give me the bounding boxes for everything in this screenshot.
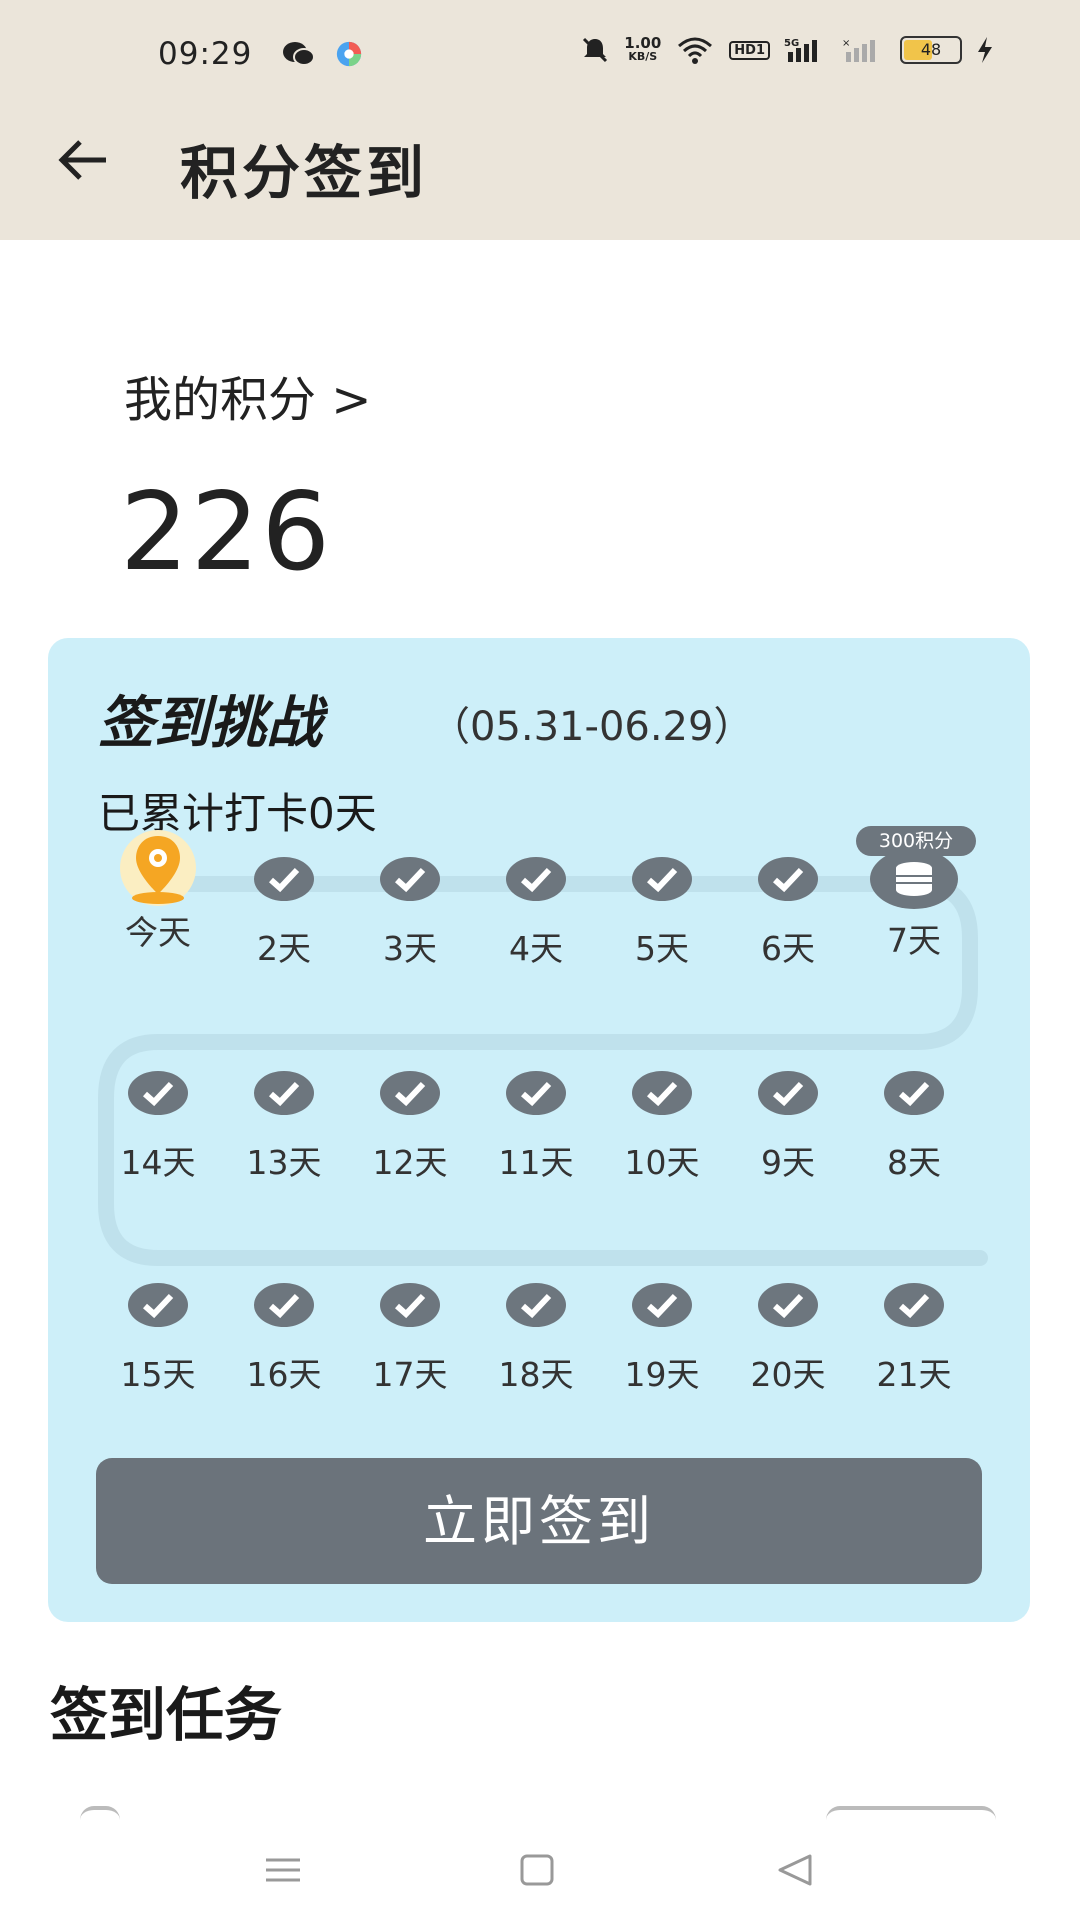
status-indicators: 1.00 KB/S HD1 5G × 48 (580, 36, 994, 64)
day-19: 19天 (602, 1282, 722, 1396)
battery-level: 48 (920, 40, 942, 59)
signin-tasks-title: 签到任务 (50, 1681, 283, 1749)
home-icon[interactable] (512, 1850, 562, 1890)
battery-indicator: 48 (900, 36, 962, 64)
day-9: 9天 (728, 1070, 848, 1184)
check-icon (884, 1283, 944, 1327)
day-5: 5天 (602, 856, 722, 970)
check-icon (506, 857, 566, 901)
network-speed: 1.00 KB/S (624, 36, 661, 64)
check-icon (632, 1071, 692, 1115)
day-label: 8天 (887, 1143, 941, 1182)
wechat-icon (283, 42, 315, 66)
day-6: 6天 (728, 856, 848, 970)
menu-icon[interactable] (258, 1850, 308, 1890)
day-label: 11天 (498, 1143, 574, 1182)
wifi-icon (678, 37, 713, 64)
day-label: 17天 (372, 1355, 448, 1394)
check-icon (380, 1283, 440, 1327)
check-icon (632, 857, 692, 901)
charging-icon (978, 37, 992, 63)
signin-now-button[interactable]: 立即签到 (96, 1458, 982, 1584)
day-label: 7天 (887, 921, 941, 960)
mute-icon (583, 37, 608, 63)
check-icon (506, 1283, 566, 1327)
svg-text:5G: 5G (784, 38, 799, 49)
day-label: 5天 (635, 929, 689, 968)
day-21: 21天 (854, 1282, 974, 1396)
check-icon (884, 1071, 944, 1115)
check-icon (758, 1283, 818, 1327)
day-4: 4天 (476, 856, 596, 970)
day-label: 14天 (120, 1143, 196, 1182)
my-points-link[interactable]: 我的积分 > (124, 360, 371, 430)
status-time: 09:29 (158, 36, 253, 72)
day-2: 2天 (224, 856, 344, 970)
day-11: 11天 (476, 1070, 596, 1184)
check-icon (506, 1071, 566, 1115)
day-label: 6天 (761, 929, 815, 968)
check-icon (758, 857, 818, 901)
day-label: 20天 (750, 1355, 826, 1394)
day-10: 10天 (602, 1070, 722, 1184)
day-label: 21天 (876, 1355, 952, 1394)
day-12: 12天 (350, 1070, 470, 1184)
svg-text:×: × (842, 38, 850, 49)
day-13: 13天 (224, 1070, 344, 1184)
day-20: 20天 (728, 1282, 848, 1396)
coins-icon (870, 849, 958, 909)
check-icon (380, 857, 440, 901)
day-label: 13天 (246, 1143, 322, 1182)
task-item-peek (80, 1806, 120, 1820)
top-bar: 09:29 1.00 KB/S HD1 5G × 48 积分签到 (0, 0, 1080, 240)
day-14: 14天 (98, 1070, 218, 1184)
day-label: 18天 (498, 1355, 574, 1394)
check-icon (128, 1071, 188, 1115)
day-label: 15天 (120, 1355, 196, 1394)
day-label: 12天 (372, 1143, 448, 1182)
day-today: 今天 (98, 830, 218, 954)
day-label: 10天 (624, 1143, 700, 1182)
check-icon (254, 1283, 314, 1327)
day-label: 19天 (624, 1355, 700, 1394)
day-15: 15天 (98, 1282, 218, 1396)
day-label: 9天 (761, 1143, 815, 1182)
back-arrow-icon[interactable] (58, 140, 108, 180)
day-label: 3天 (383, 929, 437, 968)
speed-value: 1.00 (624, 34, 662, 52)
day-17: 17天 (350, 1282, 470, 1396)
day-label: 今天 (125, 913, 191, 952)
day-7: 7天 (854, 848, 974, 962)
signal-weak-icon: × (842, 38, 875, 62)
location-pin-icon (120, 830, 196, 906)
signin-challenge-card: 签到挑战 （05.31-06.29） 已累计打卡0天 300积分 今天 2天 3… (48, 638, 1030, 1622)
check-icon (254, 857, 314, 901)
speed-unit: KB/S (628, 50, 658, 63)
day-label: 4天 (509, 929, 563, 968)
signal-icon: 5G (784, 38, 817, 62)
points-value: 226 (120, 470, 333, 595)
check-icon (632, 1283, 692, 1327)
app-icon (336, 41, 362, 67)
hd-badge: HD1 (729, 40, 770, 60)
back-icon[interactable] (770, 1850, 820, 1890)
check-icon (128, 1283, 188, 1327)
check-icon (254, 1071, 314, 1115)
day-8: 8天 (854, 1070, 974, 1184)
challenge-title: 签到挑战 (98, 691, 322, 756)
check-icon (380, 1071, 440, 1115)
task-button-peek (826, 1806, 996, 1820)
day-16: 16天 (224, 1282, 344, 1396)
challenge-date-range: （05.31-06.29） (430, 704, 754, 750)
page-title: 积分签到 (180, 139, 429, 207)
day-label: 2天 (257, 929, 311, 968)
day-label: 16天 (246, 1355, 322, 1394)
check-icon (758, 1071, 818, 1115)
system-navbar (0, 1820, 1080, 1920)
day-3: 3天 (350, 856, 470, 970)
day-18: 18天 (476, 1282, 596, 1396)
